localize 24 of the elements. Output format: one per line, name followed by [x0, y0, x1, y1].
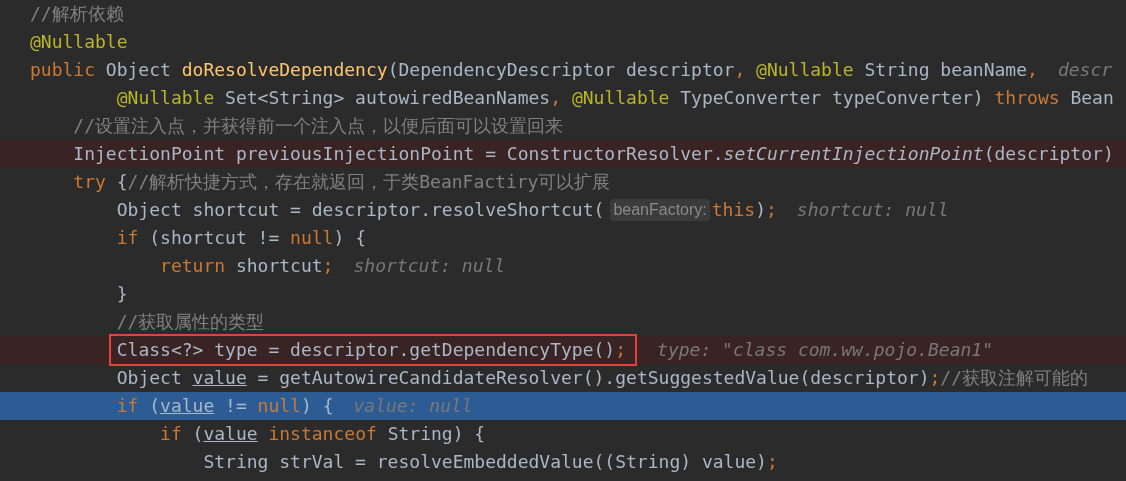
code-text: //设置注入点，并获得前一个注入点，以便后面可以设置回来	[73, 114, 564, 138]
code-text: Class<?> type = descriptor.getDependencyType();	[116, 338, 627, 362]
code-text: @Nullable Set<String> autowiredBeanNames, @Nullable TypeConverter typeConverter) throws Bean	[116, 86, 1114, 110]
inline-value-hint: type: "class com.ww.pojo.Bean1"	[657, 338, 993, 362]
code-text: if (value instanceof String) {	[160, 422, 486, 446]
inline-value-hint: value: null	[353, 394, 473, 418]
code-text: Object value = getAutowireCandidateResolver().getSuggestedValue(descriptor);//获取注解可能的	[116, 366, 1088, 390]
code-text: if (shortcut != null) {	[116, 226, 366, 250]
code-text: @Nullable	[30, 30, 128, 54]
code-text: //解析依赖	[30, 2, 124, 26]
code-text: String strVal = resolveEmbeddedValue((String) value);	[203, 450, 778, 474]
inline-value-hint: descr	[1057, 58, 1113, 82]
code-text: InjectionPoint previousInjectionPoint = ConstructorResolver.setCurrentInjectionPoint(descriptor)	[73, 142, 1114, 166]
parameter-hint: beanFactory:	[610, 199, 710, 221]
code-text: if (value != null) {	[116, 394, 334, 418]
code-text: return shortcut;	[160, 254, 334, 278]
code-text: public Object doResolveDependency(DependencyDescriptor descriptor, @Nullable String beanName,	[30, 58, 1038, 82]
inline-value-hint: shortcut: null	[796, 198, 949, 222]
inline-value-hint: shortcut: null	[353, 254, 506, 278]
code-text: Object shortcut = descriptor.resolveShortcut(	[116, 198, 605, 222]
code-text: //获取属性的类型	[116, 310, 265, 334]
code-text: }	[116, 282, 128, 306]
code-text: this);	[711, 198, 777, 222]
code-text: try {//解析快捷方式，存在就返回，于类BeanFactiry可以扩展	[73, 170, 611, 194]
